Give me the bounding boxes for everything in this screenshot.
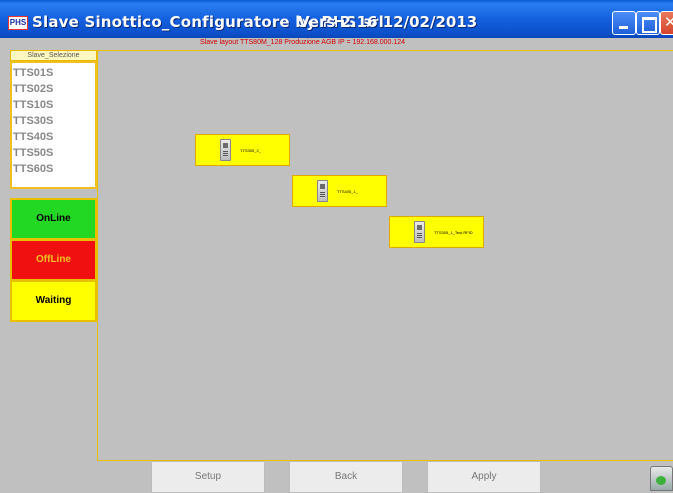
recycle-bin-icon[interactable]	[650, 466, 673, 491]
maximize-button[interactable]	[636, 11, 660, 35]
slave-node[interactable]: TTS305_2_	[195, 134, 290, 166]
title-bar[interactable]: PHS Slave Sinottico_Configuratore by PHS…	[0, 0, 673, 38]
legend-offline: OffLine	[10, 239, 97, 281]
layout-canvas[interactable]: TTS305_2_ TTS405_1_ TTS305_1_Test RFID	[97, 50, 673, 461]
slave-list-item[interactable]: TTS40S	[12, 131, 95, 147]
close-button[interactable]	[660, 11, 673, 35]
back-button[interactable]: Back	[289, 461, 403, 493]
legend-waiting: Waiting	[10, 280, 97, 322]
slave-node-label: TTS305_1_Test RFID	[434, 229, 473, 235]
device-icon	[414, 221, 425, 243]
window-version: Vers 2.16 12/02/2013	[298, 13, 478, 31]
slave-selection-title: Slave_Selezione	[10, 50, 97, 61]
setup-button[interactable]: Setup	[151, 461, 265, 493]
slave-list-item[interactable]: TTS02S	[12, 83, 95, 99]
status-line: Slave layout TTS80M_128 Produzione AGB I…	[200, 39, 406, 46]
slave-node-label: TTS305_2_	[240, 147, 261, 153]
app-window: PHS Slave Sinottico_Configuratore by PHS…	[0, 0, 673, 493]
slave-list[interactable]: TTS01S TTS02S TTS10S TTS30S TTS40S TTS50…	[10, 61, 97, 189]
slave-list-item[interactable]: TTS01S	[12, 67, 95, 83]
slave-list-item[interactable]: TTS60S	[12, 163, 95, 179]
slave-node[interactable]: TTS305_1_Test RFID	[389, 216, 484, 248]
slave-list-item[interactable]: TTS50S	[12, 147, 95, 163]
slave-list-item[interactable]: TTS30S	[12, 115, 95, 131]
apply-button[interactable]: Apply	[427, 461, 541, 493]
device-icon	[220, 139, 231, 161]
minimize-button[interactable]	[612, 11, 636, 35]
slave-list-item[interactable]: TTS10S	[12, 99, 95, 115]
app-logo-icon: PHS	[8, 16, 28, 30]
device-icon	[317, 180, 328, 202]
slave-node[interactable]: TTS405_1_	[292, 175, 387, 207]
slave-node-label: TTS405_1_	[337, 188, 358, 194]
legend-online: OnLine	[10, 198, 97, 240]
